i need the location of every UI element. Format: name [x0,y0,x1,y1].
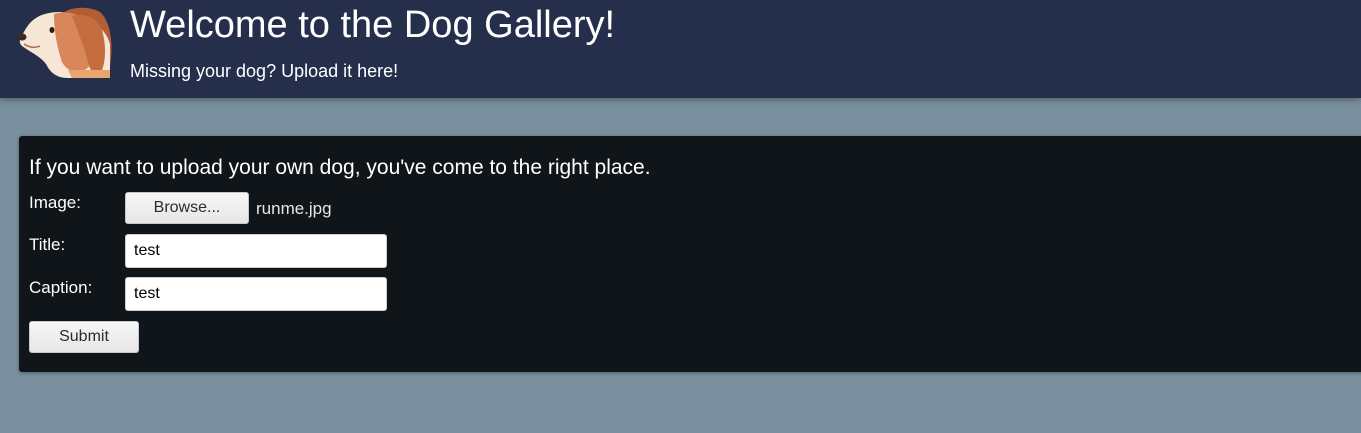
title-label: Title: [29,235,66,254]
submit-button[interactable]: Submit [29,321,139,353]
caption-label: Caption: [29,278,93,297]
page-title: Welcome to the Dog Gallery! [130,4,616,46]
page-subtitle: Missing your dog? Upload it here! [130,61,399,81]
browse-button[interactable]: Browse... [125,192,249,224]
site-header: Welcome to the Dog Gallery! Missing your… [0,0,1361,98]
selected-file-name: runme.jpg [256,199,332,218]
caption-input[interactable] [125,277,387,311]
upload-heading: If you want to upload your own dog, you'… [29,156,651,179]
title-input[interactable] [125,234,387,268]
upload-panel: If you want to upload your own dog, you'… [19,136,1361,372]
dog-head-icon [17,7,112,78]
image-label: Image: [29,193,81,212]
